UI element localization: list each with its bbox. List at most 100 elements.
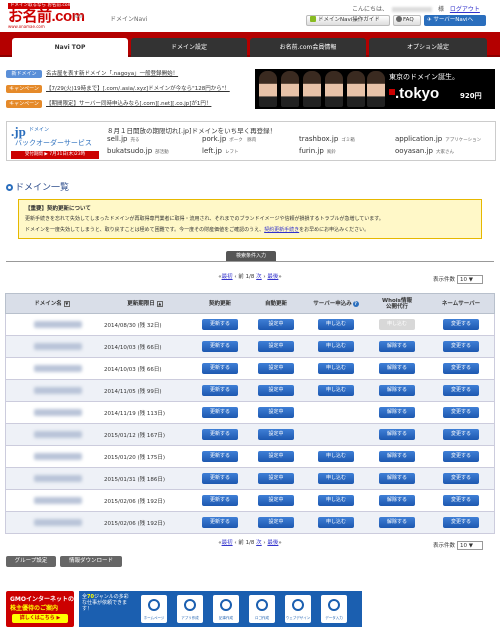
renew-button[interactable]: 更新する: [202, 341, 238, 352]
pager-last[interactable]: 最後: [267, 274, 278, 280]
auto-renew-button[interactable]: 設定中: [258, 517, 294, 528]
news-item[interactable]: 新ドメイン 名古屋を表す新ドメイン「.nagoya」一般登録開始！: [6, 70, 256, 79]
server-apply-button[interactable]: 申し込む: [318, 319, 354, 330]
domain-name-redacted[interactable]: [34, 409, 82, 416]
domain-name-redacted[interactable]: [34, 475, 82, 482]
job-category-icon[interactable]: アプリ作成: [177, 595, 203, 623]
job-category-icon[interactable]: ウェブデザイン: [285, 595, 311, 623]
news-item[interactable]: キャンペーン 【7/29(火)19時まで】[.com/.asia/.xyz]ドメイ…: [6, 85, 256, 94]
tab-member-info[interactable]: お名前.com会員情報: [250, 38, 366, 57]
auto-renew-button[interactable]: 設定中: [258, 495, 294, 506]
per-page-select[interactable]: 10 ▼: [457, 275, 484, 284]
tokyo-domain-banner[interactable]: 東京のドメイン誕生。 .tokyo 920円: [255, 69, 495, 109]
sort-icon[interactable]: ▲: [156, 301, 163, 307]
domain-name-redacted[interactable]: [34, 519, 82, 526]
server-apply-button[interactable]: 申し込む: [318, 473, 354, 484]
pager-next[interactable]: 次: [256, 274, 262, 280]
auto-renew-button[interactable]: 設定中: [258, 385, 294, 396]
job-category-icon[interactable]: データ入力: [321, 595, 347, 623]
whois-cancel-button[interactable]: 解除する: [379, 385, 415, 396]
nameserver-change-button[interactable]: 変更する: [443, 341, 479, 352]
server-navi-button[interactable]: ✈ サーバーNaviへ: [424, 15, 486, 26]
help-icon[interactable]: ?: [352, 301, 359, 307]
whois-cancel-button[interactable]: 解除する: [379, 495, 415, 506]
auto-renew-button[interactable]: 設定中: [258, 319, 294, 330]
nameserver-change-button[interactable]: 変更する: [443, 319, 479, 330]
whois-cancel-button[interactable]: 解除する: [379, 517, 415, 528]
auto-renew-button[interactable]: 設定中: [258, 341, 294, 352]
renew-button[interactable]: 更新する: [202, 363, 238, 374]
nameserver-change-button[interactable]: 変更する: [443, 429, 479, 440]
nameserver-change-button[interactable]: 変更する: [443, 473, 479, 484]
download-info-button[interactable]: 情報ダウンロード: [60, 556, 122, 567]
tab-navi-top[interactable]: Navi TOP: [12, 38, 128, 57]
job-category-icon[interactable]: 記事作成: [213, 595, 239, 623]
job-category-icon[interactable]: ホームページ: [141, 595, 167, 623]
gmo-banner-button[interactable]: 詳しくはこちら ▶: [12, 614, 68, 623]
pager-prev[interactable]: 前: [238, 540, 244, 546]
group-settings-button[interactable]: グループ設定: [6, 556, 56, 567]
news-link[interactable]: 【期間限定】サーバー同時申込みなら[.com][.net][.co.jp]が1円…: [46, 100, 211, 108]
onamae-logo[interactable]: ドメイン取るなら お名前.com お名前.com NAVI www.onamae…: [8, 3, 96, 29]
renew-button[interactable]: 更新する: [202, 451, 238, 462]
renew-button[interactable]: 更新する: [202, 319, 238, 330]
pager-next[interactable]: 次: [256, 540, 262, 546]
whois-cancel-button[interactable]: 解除する: [379, 363, 415, 374]
pager-prev[interactable]: 前: [238, 274, 244, 280]
renew-button[interactable]: 更新する: [202, 473, 238, 484]
renew-button[interactable]: 更新する: [202, 517, 238, 528]
jp-backorder-banner[interactable]: .jp ドメイン バックオーダーサービス 受付期間 ▶ 7月31日(木)23時 …: [6, 121, 496, 161]
news-link[interactable]: 名古屋を表す新ドメイン「.nagoya」一般登録開始！: [46, 70, 178, 78]
news-item[interactable]: キャンペーン 【期間限定】サーバー同時申込みなら[.com][.net][.co.…: [6, 100, 256, 109]
nameserver-change-button[interactable]: 変更する: [443, 407, 479, 418]
nameserver-change-button[interactable]: 変更する: [443, 363, 479, 374]
domain-name-redacted[interactable]: [34, 497, 82, 504]
tab-option-settings[interactable]: オプション設定: [369, 38, 487, 57]
pager-first[interactable]: 最初: [222, 274, 233, 280]
nameserver-change-button[interactable]: 変更する: [443, 495, 479, 506]
domain-name-redacted[interactable]: [34, 321, 82, 328]
server-apply-button[interactable]: 申し込む: [318, 385, 354, 396]
guide-button[interactable]: ドメインNavi操作ガイド: [306, 15, 390, 26]
news-link[interactable]: 【7/29(火)19時まで】[.com/.asia/.xyz]ドメインが今なら"…: [46, 85, 230, 93]
renew-button[interactable]: 更新する: [202, 407, 238, 418]
auto-renew-button[interactable]: 設定中: [258, 363, 294, 374]
server-apply-button[interactable]: 申し込む: [318, 363, 354, 374]
domain-name-redacted[interactable]: [34, 365, 82, 372]
search-filter-tab[interactable]: 検索条件入力: [226, 251, 276, 261]
nameserver-change-button[interactable]: 変更する: [443, 451, 479, 462]
job-category-icon[interactable]: ロゴ作成: [249, 595, 275, 623]
pager-first[interactable]: 最初: [222, 540, 233, 546]
server-apply-button[interactable]: 申し込む: [318, 495, 354, 506]
renewal-link[interactable]: 契約更新手続き: [264, 227, 299, 233]
renew-button[interactable]: 更新する: [202, 385, 238, 396]
faq-button[interactable]: FAQ: [393, 15, 421, 26]
job-request-banner[interactable]: 全70ジャンルの多彩な仕事が依頼できます！ ホームページ アプリ作成 記事作成 ロゴ作…: [79, 591, 362, 627]
whois-cancel-button[interactable]: 解除する: [379, 341, 415, 352]
pager-last[interactable]: 最後: [267, 540, 278, 546]
auto-renew-button[interactable]: 設定中: [258, 473, 294, 484]
domain-name-redacted[interactable]: [34, 343, 82, 350]
whois-cancel-button[interactable]: 解除する: [379, 473, 415, 484]
domain-name-redacted[interactable]: [34, 453, 82, 460]
server-apply-button[interactable]: 申し込む: [318, 451, 354, 462]
renew-button[interactable]: 更新する: [202, 429, 238, 440]
gmo-shareholder-banner[interactable]: GMOインターネットの 株主優待のご案内 詳しくはこちら ▶: [6, 591, 74, 627]
tab-domain-settings[interactable]: ドメイン設定: [131, 38, 247, 57]
nameserver-change-button[interactable]: 変更する: [443, 385, 479, 396]
auto-renew-button[interactable]: 設定中: [258, 429, 294, 440]
server-apply-button[interactable]: 申し込む: [318, 341, 354, 352]
renew-button[interactable]: 更新する: [202, 495, 238, 506]
per-page-select[interactable]: 10 ▼: [457, 541, 484, 550]
nameserver-change-button[interactable]: 変更する: [443, 517, 479, 528]
column-header-expiry[interactable]: 更新期限日 ▲: [98, 294, 192, 314]
filter-icon[interactable]: ▼: [63, 301, 70, 307]
domain-name-redacted[interactable]: [34, 431, 82, 438]
auto-renew-button[interactable]: 設定中: [258, 451, 294, 462]
whois-cancel-button[interactable]: 解除する: [379, 429, 415, 440]
whois-cancel-button[interactable]: 解除する: [379, 407, 415, 418]
domain-name-redacted[interactable]: [34, 387, 82, 394]
auto-renew-button[interactable]: 設定中: [258, 407, 294, 418]
server-apply-button[interactable]: 申し込む: [318, 517, 354, 528]
logout-link[interactable]: ログアウト: [450, 6, 480, 13]
